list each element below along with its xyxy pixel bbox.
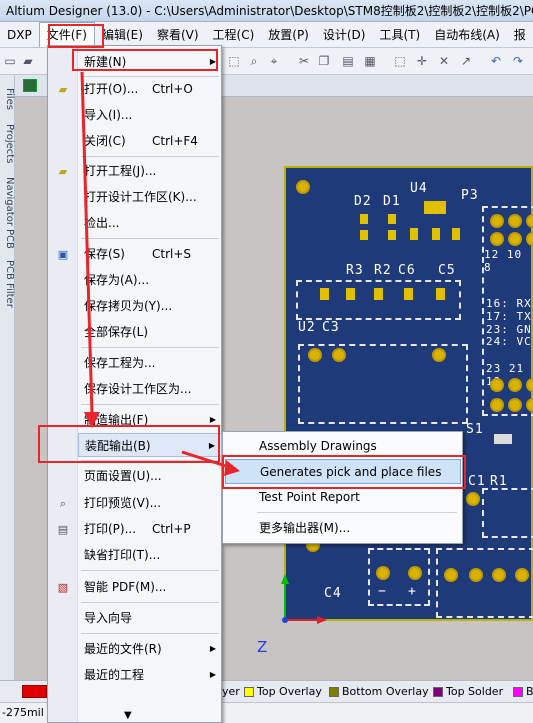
annotation-arrow-right: [181, 450, 233, 470]
annotation-arrowhead: [84, 412, 100, 428]
annotation-arrow-down: [80, 71, 94, 415]
annotation-arrows: [80, 71, 240, 476]
annotation-arrowhead: [224, 460, 240, 476]
